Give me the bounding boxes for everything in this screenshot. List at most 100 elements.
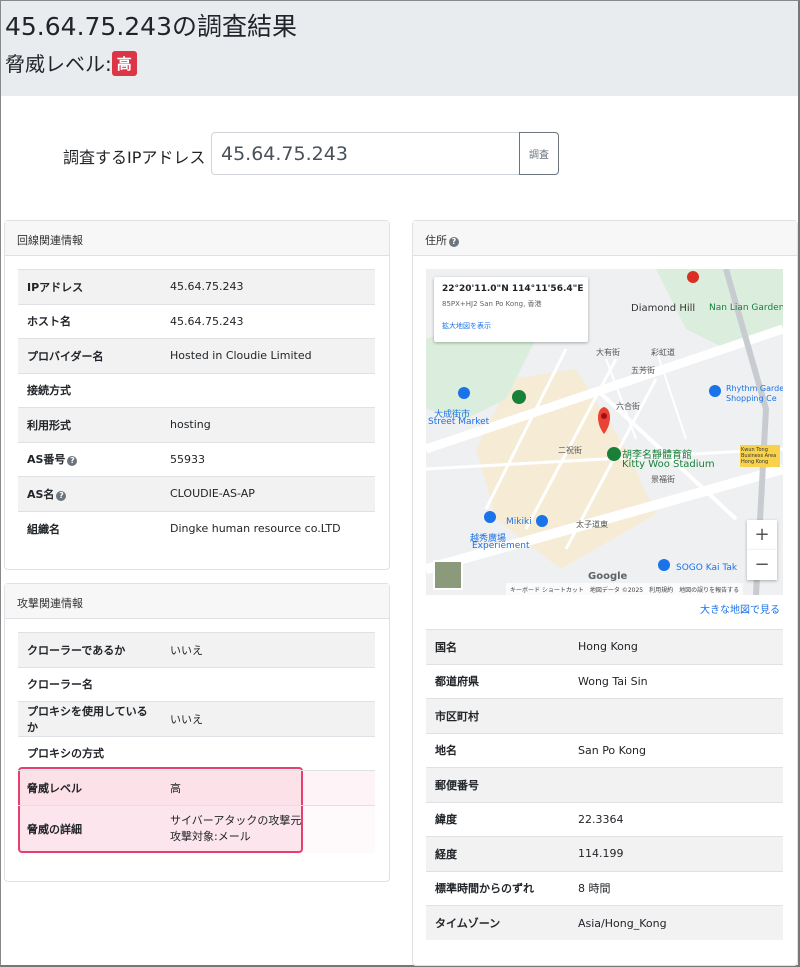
row-key: 脅威レベル [18, 770, 161, 805]
map-label: Experiement [472, 541, 530, 551]
row-value: 高 [161, 770, 375, 805]
threat-detail-line2: 攻撃対象:メール [170, 830, 251, 844]
table-row: クローラー名 [18, 666, 375, 702]
row-key: 都道府県 [426, 663, 569, 699]
page-title: 45.64.75.243の調査結果 [5, 12, 297, 41]
map-embed[interactable]: Diamond Hill Nan Lian Garden 大成街市 Street… [426, 269, 783, 595]
table-row: 都道府県 Wong Tai Sin [426, 663, 783, 699]
map-label: 太子道東 [576, 520, 608, 529]
row-value [569, 698, 783, 733]
search-label: 調査するIPアドレス [63, 148, 206, 167]
threat-detail-line1: サイバーアタックの攻撃元 [170, 814, 302, 828]
table-row: 郵便番号 [426, 767, 783, 802]
row-key: 市区町村 [426, 698, 569, 733]
table-row: AS名? CLOUDIE-AS-AP [18, 476, 375, 511]
table-row: IPアドレス 45.64.75.243 [18, 269, 375, 304]
row-key: 緯度 [426, 801, 569, 837]
map-label: 彩虹道 [651, 348, 675, 357]
table-row: 緯度 22.3364 [426, 801, 783, 837]
row-value: Hong Kong [569, 629, 783, 664]
address-title: 住所 [425, 234, 447, 247]
view-larger-map-link[interactable]: 大きな地図で見る [700, 601, 780, 616]
row-value: いいえ [161, 701, 375, 736]
table-row: タイムゾーン Asia/Hong_Kong [426, 905, 783, 940]
address-table: 国名 Hong Kong 都道府県 Wong Tai Sin 市区町村 地名 San … [426, 629, 783, 940]
table-row: 組織名 Dingke human resource co.LTD [18, 510, 375, 546]
row-key: 利用形式 [18, 407, 161, 442]
map-footer: キーボード ショートカット 地図データ ©2025 利用規約 地図の誤りを報告す… [506, 583, 744, 595]
row-key: クローラー名 [18, 666, 161, 702]
row-value [569, 767, 783, 802]
row-key: 郵便番号 [426, 767, 569, 802]
search-button[interactable]: 調査 [519, 132, 559, 175]
map-label: Shopping Ce [726, 394, 777, 403]
row-value: 22.3364 [569, 801, 783, 837]
map-place: 85PX+HJ2 San Po Kong, 香港 [442, 300, 542, 308]
map-label: Diamond Hill [631, 303, 696, 314]
map-label: 六合街 [616, 402, 640, 411]
table-row: 脅威の詳細 サイバーアタックの攻撃元 攻撃対象:メール [18, 804, 375, 853]
help-icon[interactable]: ? [67, 456, 78, 467]
row-value [161, 735, 375, 771]
row-value: Hosted in Cloudie Limited [161, 338, 375, 373]
row-value: 8 時間 [569, 870, 783, 906]
row-value: San Po Kong [569, 732, 783, 768]
row-key: 標準時間からのずれ [426, 870, 569, 906]
threat-badge: 高 [111, 51, 137, 76]
zoom-in-button[interactable]: + [747, 520, 777, 550]
table-row: 経度 114.199 [426, 836, 783, 871]
row-key: 経度 [426, 836, 569, 871]
help-icon[interactable]: ? [56, 490, 67, 501]
map-label: 景福街 [651, 475, 675, 484]
map-label: Kitty Woo Stadium [622, 459, 715, 470]
line-info-card-header: 回線関連情報 [5, 221, 389, 256]
table-row: ホスト名 45.64.75.243 [18, 303, 375, 339]
row-value: サイバーアタックの攻撃元 攻撃対象:メール [161, 804, 375, 853]
page-header: 45.64.75.243の調査結果 脅威レベル: 高 [1, 1, 798, 96]
attack-info-table: クローラーであるか いいえ クローラー名 プロキシを使用しているか いいえ プロキシ… [18, 632, 375, 853]
row-value: 114.199 [569, 836, 783, 871]
table-row: 利用形式 hosting [18, 407, 375, 442]
row-key: IPアドレス [18, 269, 161, 304]
map-label: Street Market [428, 417, 490, 427]
threat-level: 脅威レベル: 高 [5, 48, 137, 77]
help-icon[interactable]: ? [449, 237, 459, 247]
row-value [161, 372, 375, 408]
table-row: 市区町村 [426, 698, 783, 733]
table-row: クローラーであるか いいえ [18, 632, 375, 667]
ip-search-input[interactable] [211, 132, 520, 175]
row-value: 45.64.75.243 [161, 269, 375, 304]
map-label: Nan Lian Garden [709, 303, 783, 313]
row-key: プロキシを使用しているか [18, 701, 161, 736]
address-card-header: 住所? [413, 221, 797, 256]
row-key: 組織名 [18, 510, 161, 546]
line-info-table: IPアドレス 45.64.75.243 ホスト名 45.64.75.243 プロバイ… [18, 269, 375, 546]
row-key: クローラーであるか [18, 632, 161, 667]
map-label: Rhythm Garden [726, 384, 783, 393]
map-label: SOGO Kai Tak [676, 563, 738, 573]
row-value: 45.64.75.243 [161, 303, 375, 339]
row-key: 脅威の詳細 [18, 804, 161, 853]
row-value: 55933 [161, 441, 375, 477]
row-value: hosting [161, 407, 375, 442]
map-label: Kwun Tong Business Area Hong Kong [741, 447, 777, 465]
table-row: プロバイダー名 Hosted in Cloudie Limited [18, 338, 375, 373]
table-row: 国名 Hong Kong [426, 629, 783, 664]
table-row: プロキシの方式 [18, 735, 375, 771]
row-value: いいえ [161, 632, 375, 667]
row-key: 接続方式 [18, 372, 161, 408]
row-key: プロキシの方式 [18, 735, 161, 771]
table-row: 地名 San Po Kong [426, 732, 783, 768]
row-value: CLOUDIE-AS-AP [161, 476, 375, 511]
table-row: AS番号? 55933 [18, 441, 375, 477]
attack-info-card-header: 攻撃関連情報 [5, 584, 389, 619]
enlarge-map-link[interactable]: 拡大地図を表示 [442, 321, 580, 331]
as-number-label: AS番号 [27, 453, 66, 467]
table-row: 標準時間からのずれ 8 時間 [426, 870, 783, 906]
row-key: タイムゾーン [426, 905, 569, 940]
map-label: Mikiki [506, 517, 532, 527]
zoom-out-button[interactable]: − [747, 550, 777, 580]
row-key: プロバイダー名 [18, 338, 161, 373]
table-row: 接続方式 [18, 372, 375, 408]
attack-info-title: 攻撃関連情報 [17, 597, 83, 610]
